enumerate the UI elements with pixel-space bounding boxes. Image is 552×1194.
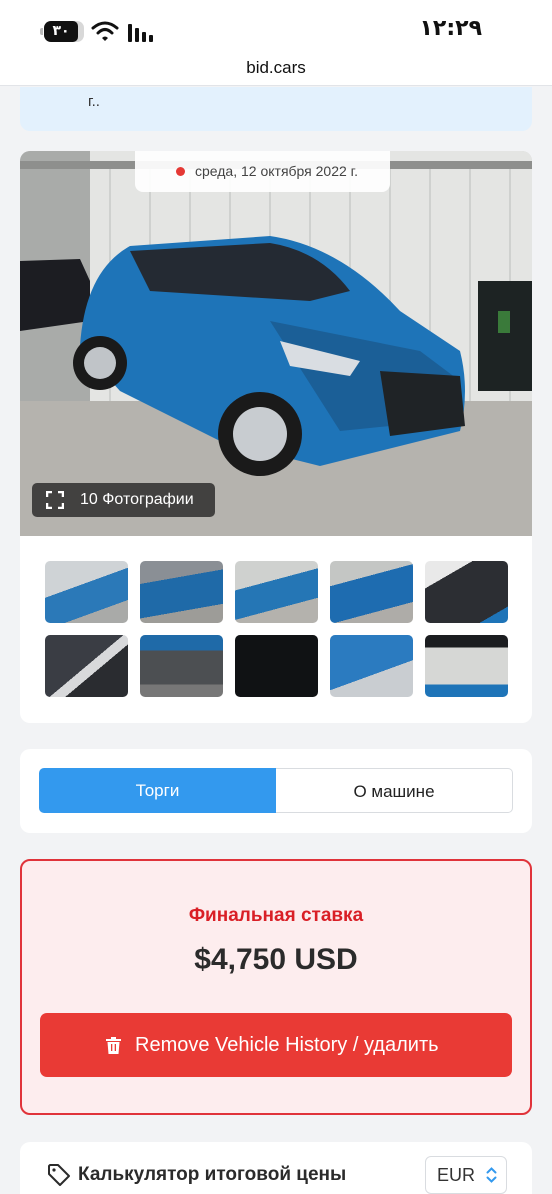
currency-select[interactable]: EUR: [425, 1156, 507, 1194]
photos-button-label: 10 Фотографии: [80, 491, 194, 508]
currency-value: EUR: [437, 1165, 476, 1185]
thumbnail[interactable]: [140, 635, 223, 697]
photos-button[interactable]: 10 Фотографии: [32, 483, 215, 517]
thumbnail[interactable]: [140, 561, 223, 623]
wifi-icon: [91, 21, 119, 41]
battery-level: ۳۰: [44, 21, 78, 42]
fullscreen-icon: [46, 491, 64, 509]
address-bar[interactable]: bid.cars: [0, 58, 552, 86]
signal-icon: [128, 24, 153, 42]
photo-gallery: среда, 12 октября 2022 г. 10 Фотографии: [20, 151, 532, 723]
status-bar: ۳۰ ۱۲:۲۹: [0, 0, 552, 58]
final-bid-card: Финальная ставка $4,750 USD Remove Vehic…: [20, 859, 532, 1115]
thumbnail[interactable]: [45, 635, 128, 697]
main-photo[interactable]: среда, 12 октября 2022 г. 10 Фотографии: [20, 151, 532, 536]
car-photo: [20, 151, 532, 536]
thumbnail[interactable]: [425, 635, 508, 697]
notice-text: г..: [88, 93, 100, 110]
auction-date: среда, 12 октября 2022 г.: [135, 151, 390, 192]
tab-about-car[interactable]: О машине: [276, 768, 513, 813]
remove-history-label: Remove Vehicle History / удалить: [135, 1034, 439, 1056]
thumbnail[interactable]: [235, 561, 318, 623]
tabs-card: Торги О машине: [20, 749, 532, 833]
calculator-title: Калькулятор итоговой цены: [78, 1164, 347, 1185]
trash-icon: [106, 1037, 121, 1054]
thumbnail[interactable]: [45, 561, 128, 623]
remove-history-button[interactable]: Remove Vehicle History / удалить: [40, 1013, 512, 1077]
clock: ۱۲:۲۹: [419, 16, 482, 41]
final-bid-title: Финальная ставка: [188, 905, 364, 926]
thumbnail[interactable]: [330, 635, 413, 697]
auction-date-text: среда, 12 октября 2022 г.: [195, 163, 358, 179]
final-bid-amount: $4,750 USD: [194, 943, 358, 976]
tab-bidding[interactable]: Торги: [39, 768, 276, 813]
info-notice: г..: [20, 87, 532, 131]
price-tag-icon: [48, 1164, 70, 1186]
thumbnail[interactable]: [330, 561, 413, 623]
thumbnail[interactable]: [425, 561, 508, 623]
thumbnail[interactable]: [235, 635, 318, 697]
chevron-updown-icon: [486, 1167, 497, 1183]
battery-icon: ۳۰: [40, 21, 84, 42]
price-calculator-card: Калькулятор итоговой цены EUR: [20, 1142, 532, 1194]
live-dot-icon: [176, 167, 185, 176]
